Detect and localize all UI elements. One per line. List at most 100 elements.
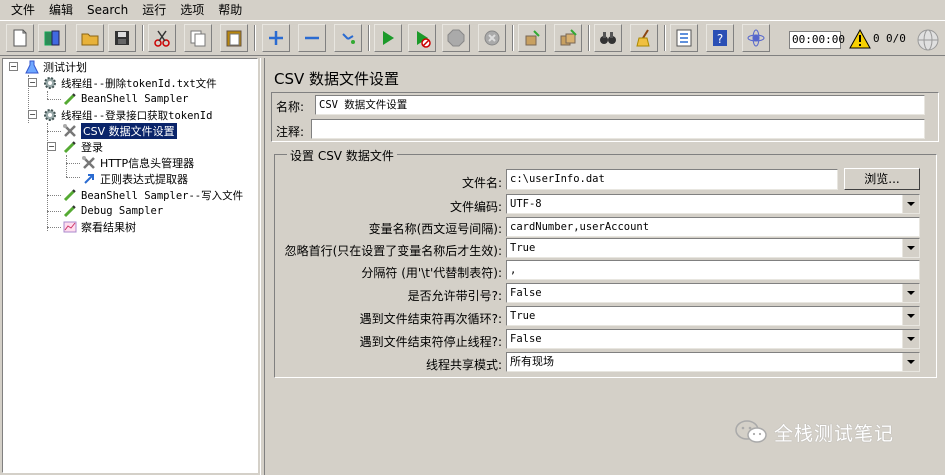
menu-file[interactable]: 文件 (4, 0, 42, 20)
comment-field[interactable] (311, 119, 925, 139)
filename-field[interactable]: c:\userInfo.dat (506, 169, 838, 190)
test-plan-tree: − − − − 测试计划 线程组--删除tokenId.txt文件 BeanSh… (2, 58, 258, 473)
pipette-icon (61, 91, 79, 107)
gear-icon (41, 107, 59, 123)
tree-item-debug-sampler[interactable]: Debug Sampler (61, 203, 163, 219)
shutdown-icon (484, 30, 500, 46)
warning-icon[interactable] (849, 29, 871, 49)
encoding-select[interactable]: UTF-8 (506, 194, 920, 214)
templates-icon (44, 30, 60, 46)
stop-thread-eof-select[interactable]: False (506, 329, 920, 349)
start-no-pauses-button[interactable] (408, 24, 436, 52)
chevron-down-icon[interactable] (902, 307, 919, 325)
allow-quoted-select[interactable]: False (506, 283, 920, 303)
function-helper-button[interactable] (670, 24, 698, 52)
chevron-down-icon[interactable] (902, 330, 919, 348)
reset-search-button[interactable] (630, 24, 658, 52)
tree-item-beanshell-sampler[interactable]: BeanShell Sampler (61, 91, 188, 107)
search-button[interactable] (594, 24, 622, 52)
tree-item-test-plan[interactable]: 测试计划 (23, 59, 87, 75)
pipette-icon (61, 203, 79, 219)
svg-text:?: ? (717, 32, 723, 46)
expander-login[interactable]: − (47, 142, 56, 151)
sharing-mode-select[interactable]: 所有现场 (506, 352, 920, 372)
tree-item-csv-data-set[interactable]: CSV 数据文件设置 (61, 123, 177, 139)
variable-names-field[interactable]: cardNumber,userAccount (506, 217, 920, 237)
expand-button[interactable] (262, 24, 290, 52)
chart-icon (61, 219, 79, 235)
toggle-button[interactable] (334, 24, 362, 52)
ignore-first-line-label: 忽略首行(只在设置了变量名称后才生效): (284, 244, 502, 258)
tree-item-thread-group-delete[interactable]: 线程组--删除tokenId.txt文件 (41, 75, 217, 91)
encoding-label: 文件编码: (449, 200, 502, 214)
shutdown-button[interactable] (478, 24, 506, 52)
expander-test-plan[interactable]: − (9, 62, 18, 71)
flask-icon (23, 59, 41, 75)
help-button[interactable]: ? (706, 24, 734, 52)
tree-item-login[interactable]: 登录 (61, 139, 103, 155)
name-field[interactable]: CSV 数据文件设置 (315, 95, 925, 115)
menu-edit[interactable]: 编辑 (42, 0, 80, 20)
start-icon (383, 31, 394, 45)
clear-button[interactable] (518, 24, 546, 52)
menu-search[interactable]: Search (80, 0, 135, 20)
stop-thread-eof-label: 遇到文件结束符停止线程?: (359, 335, 502, 349)
page-title: CSV 数据文件设置 (274, 70, 400, 88)
chevron-down-icon[interactable] (902, 284, 919, 302)
stop-icon (447, 29, 465, 47)
remote-button[interactable] (742, 24, 770, 52)
ignore-first-line-select[interactable]: True (506, 238, 920, 258)
menu-options[interactable]: 选项 (173, 0, 211, 20)
tree-item-regex-extractor[interactable]: 正则表达式提取器 (80, 171, 188, 187)
watermark: 全栈测试笔记 (734, 418, 894, 446)
menu-help[interactable]: 帮助 (211, 0, 249, 20)
wrench-icon (61, 123, 79, 139)
collapse-button[interactable] (298, 24, 326, 52)
menu-bar: 文件 编辑 Search 运行 选项 帮助 (0, 0, 945, 20)
paste-button[interactable] (220, 24, 248, 52)
collapse-icon (305, 36, 319, 40)
menu-run[interactable]: 运行 (135, 0, 173, 20)
open-button[interactable] (76, 24, 104, 52)
clear-icon (525, 30, 540, 46)
gear-icon (41, 75, 59, 91)
name-comment-box: 名称: CSV 数据文件设置 注释: (271, 92, 939, 142)
copy-button[interactable] (184, 24, 212, 52)
splitter[interactable] (260, 58, 265, 475)
wrench-icon (80, 155, 98, 171)
start-button[interactable] (374, 24, 402, 52)
variable-names-label: 变量名称(西文逗号间隔): (368, 222, 502, 236)
tree-item-http-header-manager[interactable]: HTTP信息头管理器 (80, 155, 194, 171)
thread-count: 0/0 (886, 32, 906, 45)
recycle-eof-label: 遇到文件结束符再次循环?: (359, 312, 502, 326)
delimiter-label: 分隔符 (用'\t'代替制表符): (361, 266, 502, 280)
cut-button[interactable] (148, 24, 176, 52)
allow-quoted-label: 是否允许带引号?: (407, 289, 502, 303)
help-icon: ? (713, 30, 727, 46)
arrow-icon (80, 171, 98, 187)
remote-icon (747, 29, 765, 47)
browse-button[interactable]: 浏览... (844, 168, 920, 190)
tree-item-beanshell-write[interactable]: BeanShell Sampler--写入文件 (61, 187, 243, 203)
list-icon (676, 29, 692, 47)
stop-button[interactable] (442, 24, 470, 52)
tree-item-thread-group-login[interactable]: 线程组--登录接口获取tokenId (41, 107, 212, 123)
new-icon (13, 29, 27, 47)
new-button[interactable] (6, 24, 34, 52)
save-button[interactable] (108, 24, 136, 52)
save-icon (115, 31, 129, 45)
clear-all-icon (560, 29, 577, 46)
expander-thread-group-2[interactable]: − (28, 110, 37, 119)
expand-icon (269, 31, 283, 45)
wechat-icon (735, 420, 767, 443)
expander-thread-group-1[interactable]: − (28, 78, 37, 87)
templates-button[interactable] (38, 24, 66, 52)
chevron-down-icon[interactable] (902, 239, 919, 257)
tree-item-view-results-tree[interactable]: 察看结果树 (61, 219, 136, 235)
delimiter-field[interactable]: , (506, 260, 920, 280)
chevron-down-icon[interactable] (902, 353, 919, 371)
open-icon (81, 33, 99, 46)
recycle-eof-select[interactable]: True (506, 306, 920, 326)
clear-all-button[interactable] (554, 24, 582, 52)
chevron-down-icon[interactable] (902, 195, 919, 213)
